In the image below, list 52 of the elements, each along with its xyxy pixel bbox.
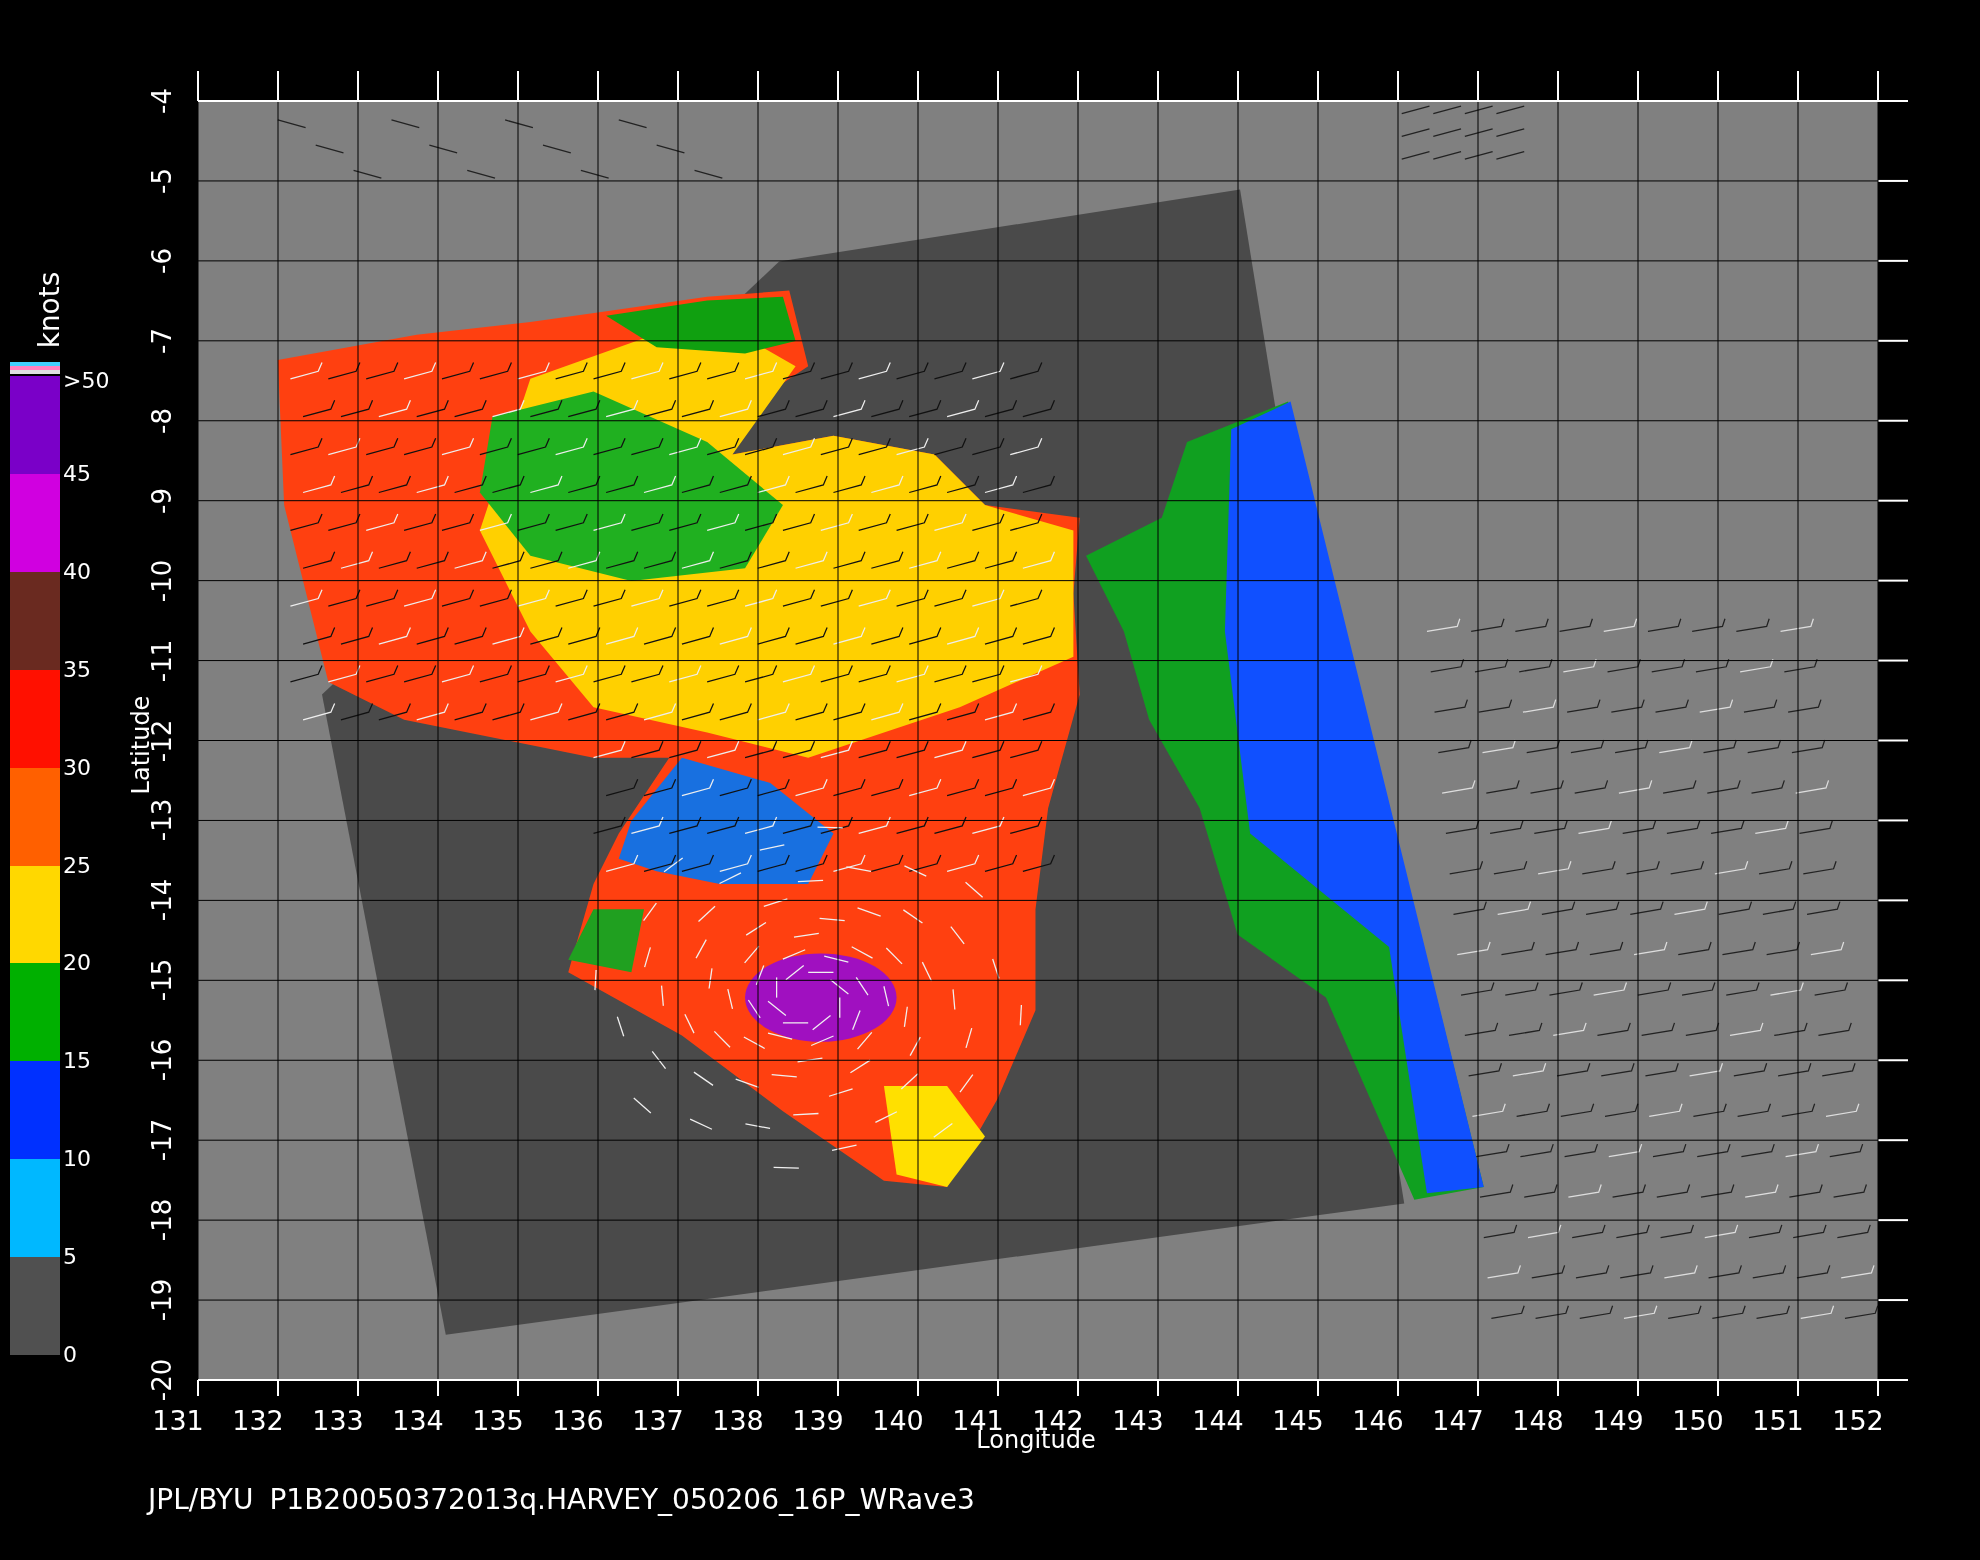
latitude-tick-label: -11 (149, 639, 175, 682)
latitude-tick-label: -12 (149, 719, 175, 762)
longitude-tick-label: 132 (232, 1407, 284, 1434)
longitude-tick-label: 138 (712, 1407, 764, 1434)
colorbar-label: 20 (63, 952, 91, 975)
longitude-tick-label: 140 (872, 1407, 924, 1434)
colorbar-unit: knots (36, 271, 64, 349)
colorbar-label: 15 (63, 1050, 91, 1073)
latitude-tick-label: -9 (149, 487, 175, 514)
latitude-tick-label: -10 (149, 559, 175, 602)
latitude-tick-label: -6 (149, 247, 175, 274)
colorbar-label: 10 (63, 1148, 91, 1171)
longitude-tick-label: 148 (1512, 1407, 1564, 1434)
longitude-tick-label: 134 (392, 1407, 444, 1434)
latitude-tick-label: -20 (149, 1358, 175, 1402)
colorbar-label: 35 (63, 658, 91, 681)
latitude-tick-label: -17 (149, 1118, 175, 1162)
longitude-tick-label: 135 (472, 1407, 524, 1434)
longitude-tick-label: 145 (1272, 1407, 1324, 1434)
latitude-tick-label: -8 (149, 407, 175, 434)
longitude-tick-label: 137 (632, 1407, 684, 1434)
latitude-tick-label: -19 (149, 1278, 175, 1322)
source-label: JPL/BYU (148, 1486, 254, 1514)
latitude-tick-label: -5 (149, 167, 175, 194)
longitude-tick-label: 152 (1832, 1407, 1884, 1434)
file-name: P1B20050372013q.HARVEY_050206_16P_WRave3 (269, 1486, 975, 1514)
latitude-tick-label: -13 (149, 799, 175, 842)
longitude-tick-label: 131 (152, 1407, 204, 1434)
longitude-tick-label: 136 (552, 1407, 604, 1434)
colorbar-label: 0 (63, 1344, 77, 1366)
longitude-tick-label: 146 (1352, 1407, 1404, 1434)
latitude-tick-label: -14 (149, 879, 175, 922)
longitude-tick-label: 139 (792, 1407, 844, 1434)
latitude-tick-label: -18 (149, 1198, 175, 1242)
latitude-tick-label: -7 (149, 327, 175, 354)
latitude-tick-label: -16 (149, 1039, 175, 1082)
longitude-tick-label: 133 (312, 1407, 364, 1434)
colorbar-label: 5 (63, 1246, 77, 1269)
longitude-tick-label: 149 (1592, 1407, 1644, 1434)
longitude-tick-label: 143 (1112, 1407, 1164, 1434)
colorbar-label: 45 (63, 462, 91, 485)
colorbar-label: >50 (63, 370, 110, 392)
longitude-tick-label: 150 (1672, 1407, 1724, 1434)
colorbar-label: 40 (63, 560, 91, 583)
longitude-tick-label: 151 (1752, 1407, 1804, 1434)
colorbar-label: 30 (63, 756, 91, 779)
longitude-tick-label: 144 (1192, 1407, 1244, 1434)
colorbar-cap-stripes (10, 362, 60, 374)
colorbar-label: 25 (63, 854, 91, 877)
latitude-tick-label: -15 (149, 959, 175, 1002)
longitude-tick-label: 147 (1432, 1407, 1484, 1434)
latitude-tick-label: -4 (149, 88, 175, 114)
